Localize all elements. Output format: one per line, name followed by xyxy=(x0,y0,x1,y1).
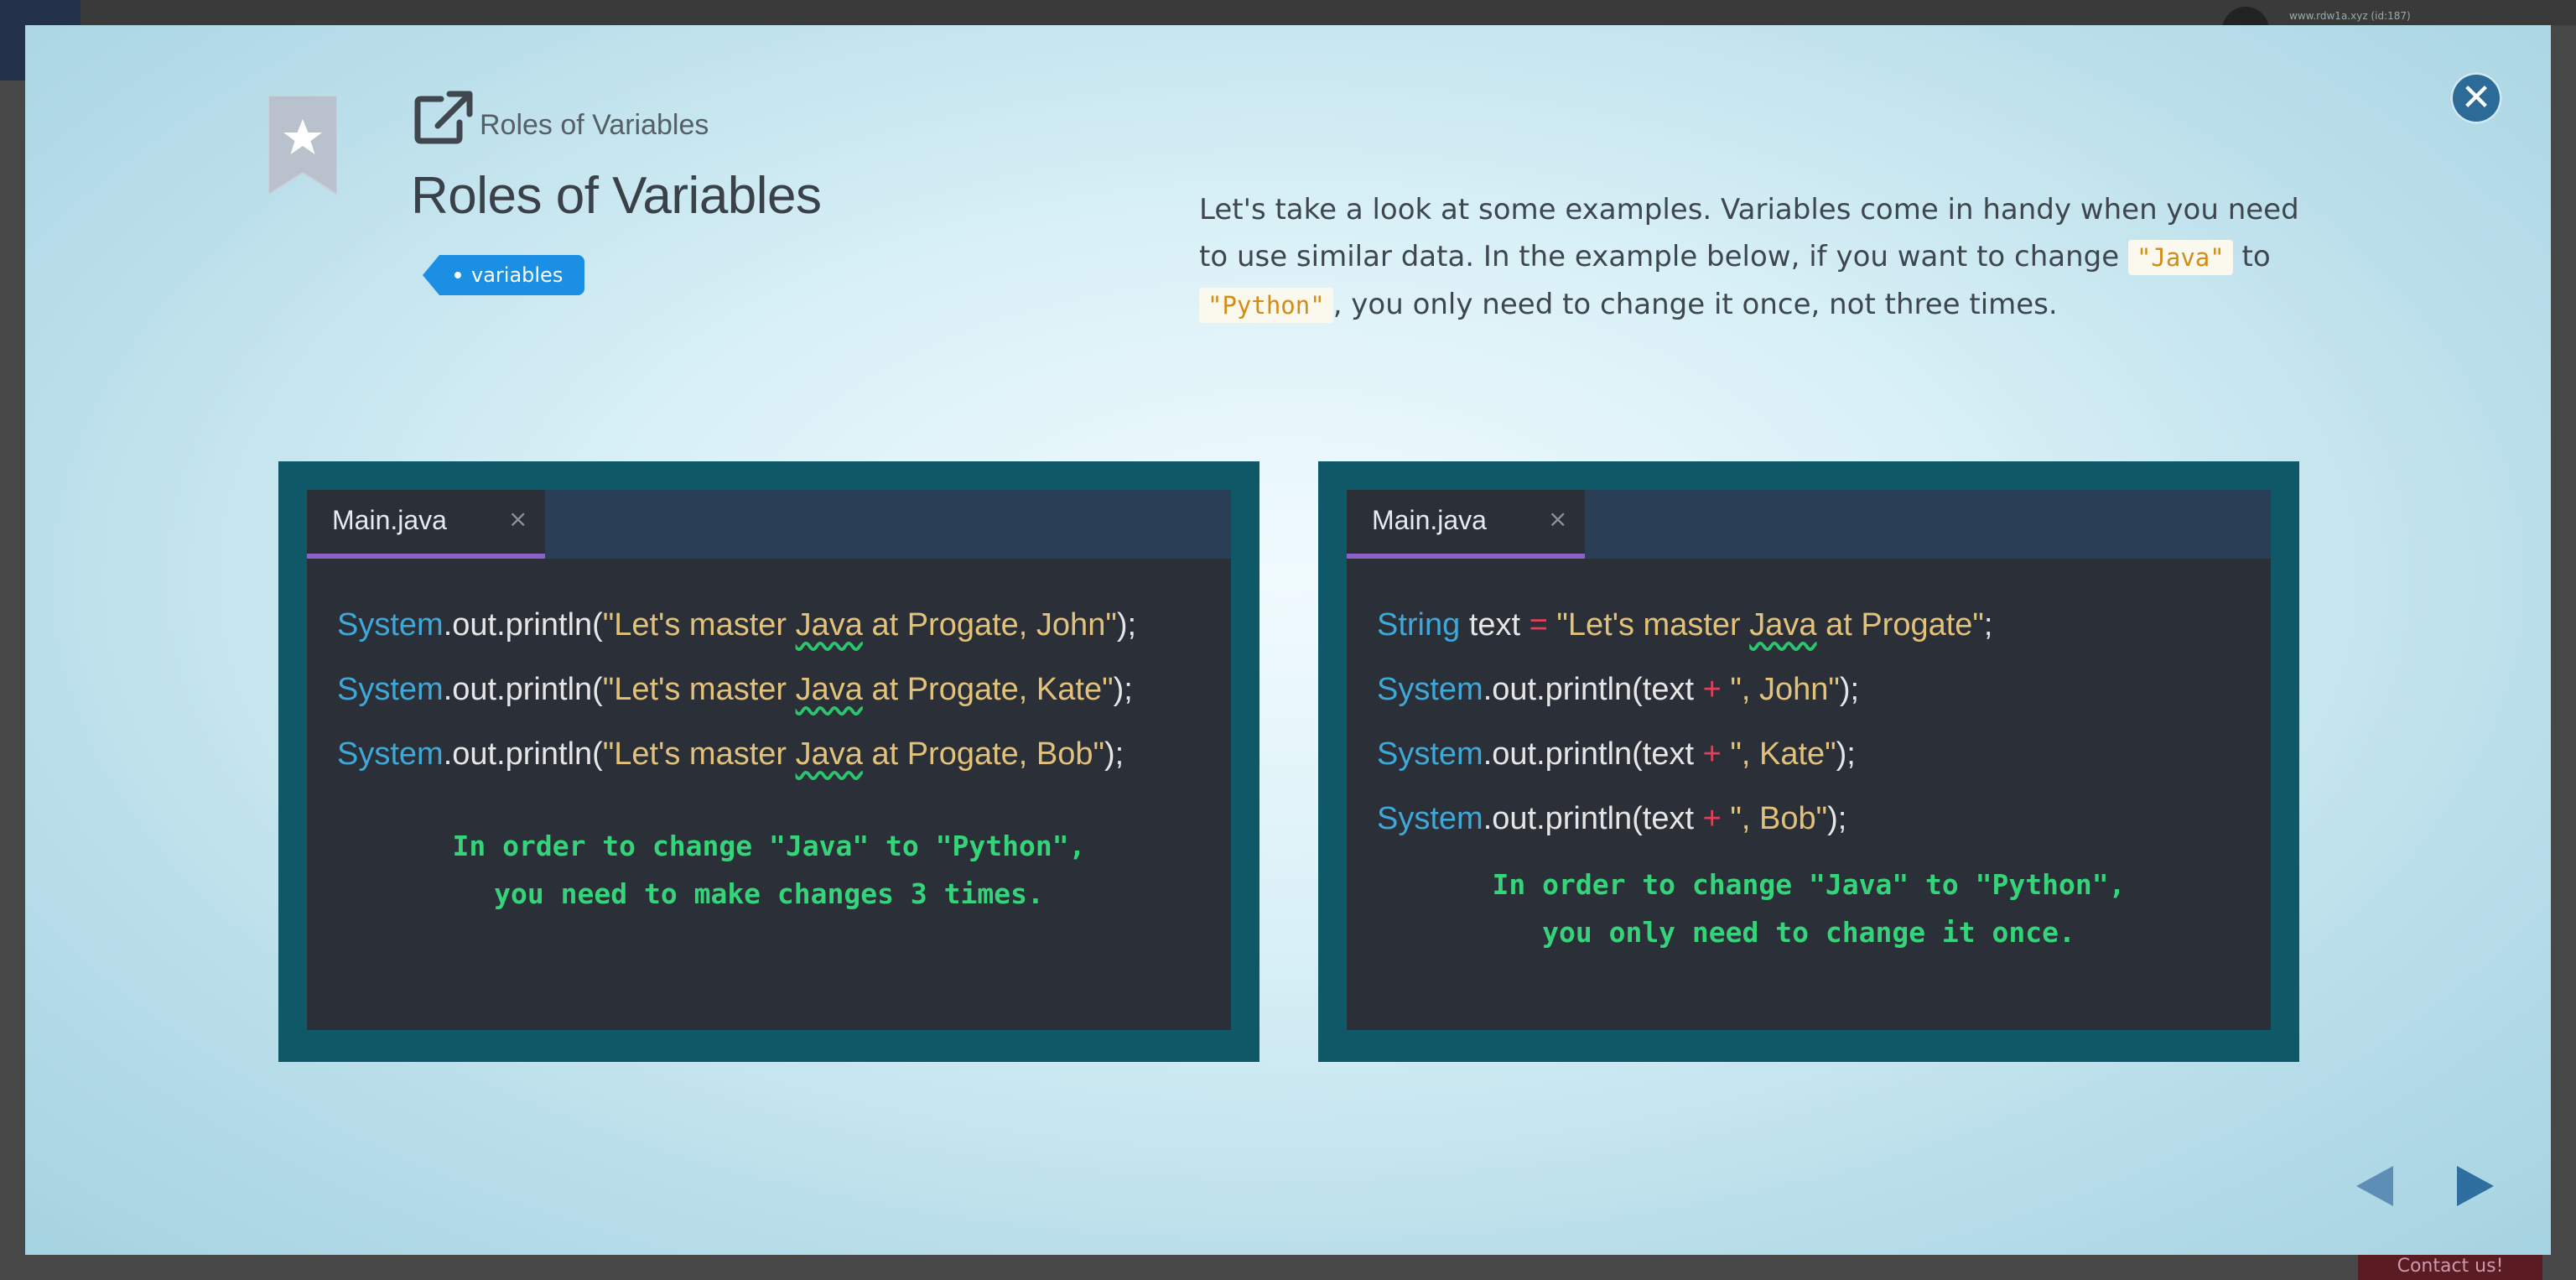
left-code-panel: Main.java × System.out.println("Let's ma… xyxy=(278,461,1259,1062)
external-link-icon[interactable] xyxy=(413,91,473,146)
background-topbar xyxy=(0,0,2576,25)
editor-tabbar: Main.java × xyxy=(307,490,1231,559)
description-text: Let's take a look at some examples. Vari… xyxy=(1199,186,2306,329)
background-url-text: www.rdw1a.xyz (id:187) xyxy=(2289,10,2411,22)
annotation-note: In order to change "Java" to "Python", yo… xyxy=(1492,868,2126,949)
code-line: System.out.println(text + ", Bob"); xyxy=(1377,801,1847,836)
tab-main-java[interactable]: Main.java × xyxy=(1347,490,1585,559)
code-line: System.out.println("Let's master Java at… xyxy=(337,607,1137,643)
page-title: Roles of Variables xyxy=(411,167,822,225)
annotation-note: In order to change "Java" to "Python", yo… xyxy=(452,830,1086,910)
code-line: String text = "Let's master Java at Prog… xyxy=(1377,607,1993,643)
contact-us-button[interactable]: Contact us! xyxy=(2358,1253,2542,1280)
code-editor: Main.java × System.out.println("Let's ma… xyxy=(307,490,1231,1030)
close-icon[interactable] xyxy=(2450,72,2502,124)
tab-label: Main.java xyxy=(332,505,447,535)
bookmark-star-icon[interactable] xyxy=(268,96,337,195)
code-line: System.out.println("Let's master Java at… xyxy=(337,672,1133,707)
code-line: System.out.println(text + ", Kate"); xyxy=(1377,736,1856,772)
right-code-panel: Main.java × String text = "Let's master … xyxy=(1318,461,2299,1062)
description-part3: , you only need to change it once, not t… xyxy=(1332,288,2058,321)
breadcrumb[interactable]: Roles of Variables xyxy=(480,109,709,142)
tab-close-icon[interactable]: × xyxy=(1548,505,1567,533)
code-line: System.out.println(text + ", John"); xyxy=(1377,672,1860,707)
inline-code-java: "Java" xyxy=(2127,240,2233,275)
triangle-right-icon[interactable] xyxy=(2454,1164,2497,1208)
triangle-left-icon[interactable] xyxy=(2353,1164,2397,1208)
variables-tag[interactable]: variables xyxy=(422,255,585,295)
tab-main-java[interactable]: Main.java × xyxy=(307,490,545,559)
description-part2: to xyxy=(2232,240,2271,273)
code-block: System.out.println("Let's master Java at… xyxy=(337,604,1136,798)
tab-label: Main.java xyxy=(1372,505,1487,535)
tab-close-icon[interactable]: × xyxy=(508,505,527,533)
editor-tabbar: Main.java × xyxy=(1347,490,2271,559)
inline-code-python: "Python" xyxy=(1199,288,1333,323)
code-block: String text = "Let's master Java at Prog… xyxy=(1377,604,1992,862)
slide-modal: Roles of Variables Roles of Variables va… xyxy=(25,25,2551,1255)
code-line: System.out.println("Let's master Java at… xyxy=(337,736,1124,772)
code-editor: Main.java × String text = "Let's master … xyxy=(1347,490,2271,1030)
